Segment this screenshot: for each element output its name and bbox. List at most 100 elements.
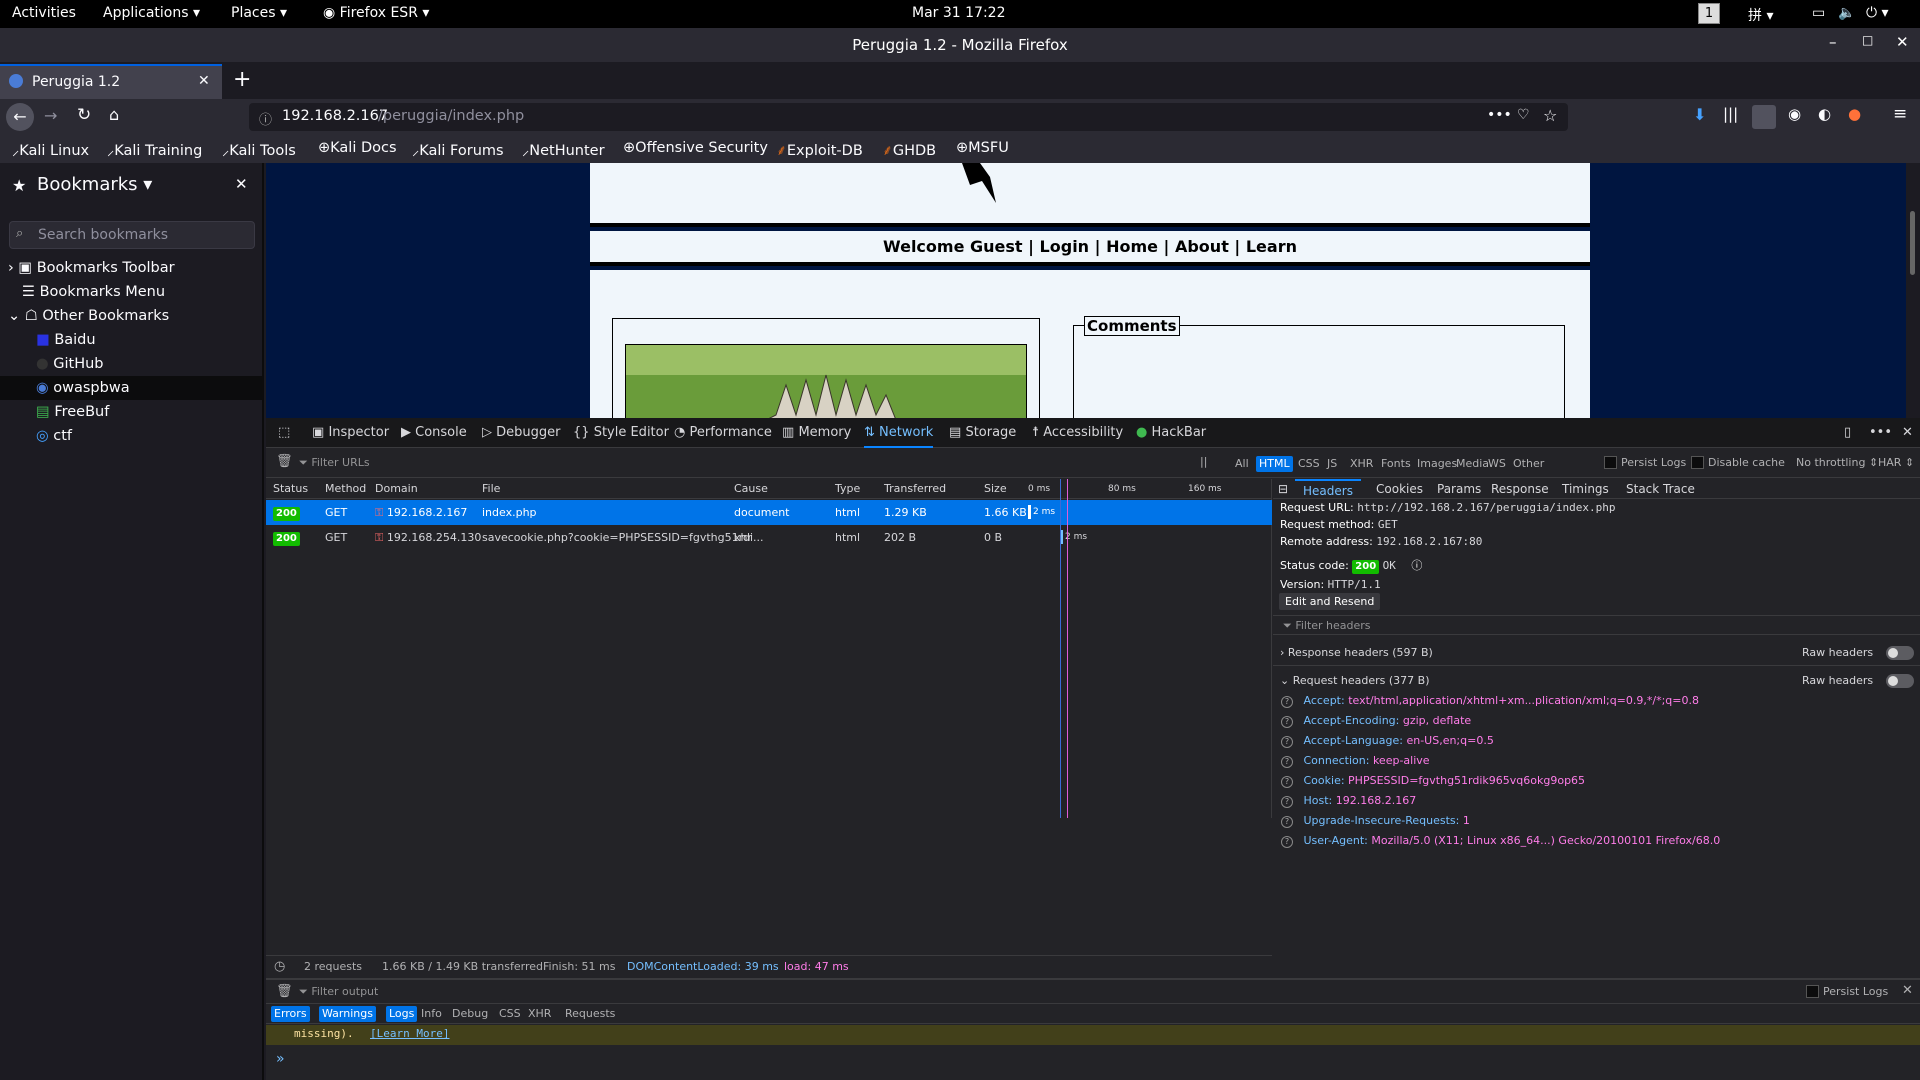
page-scrollbar-thumb[interactable] — [1910, 211, 1915, 275]
filter-html[interactable]: HTML — [1256, 456, 1293, 472]
help-icon[interactable]: ? — [1281, 796, 1293, 808]
bookmark-msfu[interactable]: ⊕MSFU — [956, 140, 1009, 156]
filter-headers-input[interactable]: ⏷ Filter headers — [1273, 615, 1920, 635]
help-icon[interactable]: ? — [1281, 836, 1293, 848]
filter-debug[interactable]: Debug — [449, 1006, 491, 1022]
disable-cache-checkbox[interactable]: Disable cache — [1691, 456, 1785, 469]
login-link[interactable]: Login — [1040, 237, 1090, 256]
page-actions-icon[interactable]: ••• — [1487, 107, 1512, 123]
tab-stack-trace[interactable]: Stack Trace — [1626, 479, 1695, 499]
sidebar-item-bookmarks-toolbar[interactable]: › ▣ Bookmarks Toolbar — [8, 260, 175, 276]
filter-ws[interactable]: WS — [1485, 456, 1509, 472]
input-method-icon[interactable]: 拼 ▾ — [1748, 5, 1773, 25]
table-row[interactable]: 200 GET ⚿ 192.168.2.167 index.php docume… — [266, 500, 1272, 525]
bookmark-nethunter[interactable]: ⸝NetHunter — [522, 140, 605, 160]
toggle-panel-icon[interactable]: ⊟ — [1278, 479, 1288, 499]
learn-more-link[interactable]: [Learn More] — [370, 1025, 449, 1043]
maximize-icon[interactable]: □ — [1862, 33, 1873, 47]
column-cause[interactable]: Cause — [734, 479, 768, 499]
edit-resend-button[interactable]: Edit and Resend — [1279, 593, 1381, 610]
filter-info[interactable]: Info — [418, 1006, 445, 1022]
close-tab-icon[interactable]: ✕ — [198, 73, 210, 89]
tab-console[interactable]: ▶ Console — [401, 418, 467, 448]
forward-button[interactable]: → — [44, 106, 57, 125]
element-picker-icon[interactable]: ⬚ — [278, 418, 290, 448]
close-sidebar-icon[interactable]: ✕ — [235, 175, 248, 193]
bookmark-kali-training[interactable]: ⸝Kali Training — [107, 140, 202, 160]
filter-warnings[interactable]: Warnings — [319, 1006, 376, 1022]
column-transferred[interactable]: Transferred — [884, 479, 946, 499]
url-bar[interactable]: ⓘ 192.168.2.167/peruggia/index.php ••• ♡… — [249, 103, 1568, 131]
clock[interactable]: Mar 31 17:22 — [912, 5, 1005, 21]
applications-menu[interactable]: Applications ▾ — [103, 5, 200, 21]
tab-performance[interactable]: ◔ Performance — [674, 418, 772, 448]
tab-peruggia[interactable]: Peruggia 1.2 ✕ — [0, 64, 222, 99]
firefox-esr-menu[interactable]: ◉ Firefox ESR ▾ — [323, 5, 429, 21]
sidebar-item-bookmarks-menu[interactable]: ☰ Bookmarks Menu — [22, 284, 165, 300]
column-type[interactable]: Type — [835, 479, 860, 499]
library-icon[interactable]: ||| — [1723, 105, 1738, 123]
bookmark-ghdb[interactable]: ⸙GHDB — [882, 140, 936, 160]
filter-js[interactable]: JS — [1324, 456, 1340, 472]
help-icon[interactable]: ? — [1281, 776, 1293, 788]
dock-icon[interactable]: ▯ — [1844, 418, 1851, 448]
tab-storage[interactable]: ▤ Storage — [949, 418, 1016, 448]
window-icon[interactable]: ▭ — [1812, 5, 1825, 21]
tab-timings[interactable]: Timings — [1562, 479, 1609, 499]
filter-urls-input[interactable]: ⏷ Filter URLs — [299, 456, 370, 470]
column-file[interactable]: File — [482, 479, 500, 499]
close-devtools-icon[interactable]: ✕ — [1902, 418, 1913, 448]
tab-response[interactable]: Response — [1491, 479, 1549, 499]
table-row[interactable]: 200 GET ⚿ 192.168.254.130 savecookie.php… — [266, 525, 1272, 550]
tab-cookies[interactable]: Cookies — [1376, 479, 1423, 499]
places-menu[interactable]: Places ▾ — [231, 5, 287, 21]
filter-errors[interactable]: Errors — [271, 1006, 310, 1022]
reload-button[interactable]: ↻ — [77, 105, 91, 125]
bookmark-star-icon[interactable]: ☆ — [1543, 106, 1557, 125]
sidebar-item-github[interactable]: ● GitHub — [36, 356, 104, 372]
back-button[interactable]: ← — [6, 103, 34, 131]
page-scrollbar[interactable] — [1906, 163, 1920, 418]
console-input-prompt[interactable]: » — [276, 1051, 285, 1067]
close-console-icon[interactable]: ✕ — [1902, 983, 1913, 998]
filter-fonts[interactable]: Fonts — [1378, 456, 1414, 472]
tab-headers[interactable]: Headers — [1295, 479, 1361, 501]
throttling-select[interactable]: No throttling ⇕ — [1796, 456, 1878, 469]
console-persist-logs-checkbox[interactable]: Persist Logs — [1806, 985, 1888, 998]
pause-icon[interactable]: || — [1200, 455, 1207, 468]
clear-icon[interactable]: 🗑 — [276, 454, 293, 469]
help-icon[interactable]: ? — [1281, 716, 1293, 728]
tab-memory[interactable]: ▥ Memory — [782, 418, 851, 448]
tab-network[interactable]: ⇅ Network — [864, 418, 934, 448]
sidebar-item-ctf[interactable]: ◎ ctf — [36, 428, 72, 444]
har-menu[interactable]: HAR ⇕ — [1878, 456, 1914, 469]
power-icon[interactable]: ⏻ ▾ — [1866, 5, 1889, 21]
tab-inspector[interactable]: ▣ Inspector — [312, 418, 389, 448]
help-icon[interactable]: ? — [1281, 696, 1293, 708]
bookmark-kali-linux[interactable]: ⸝Kali Linux — [12, 140, 89, 160]
home-button[interactable]: ⌂ — [109, 105, 119, 124]
sidebar-item-other-bookmarks[interactable]: ⌄ ☖ Other Bookmarks — [8, 308, 169, 324]
filter-css[interactable]: CSS — [1295, 456, 1323, 472]
filter-requests[interactable]: Requests — [562, 1006, 618, 1022]
sidebar-item-owaspbwa[interactable]: ◉ owaspbwa — [36, 380, 130, 396]
info-icon[interactable]: ⓘ — [259, 109, 272, 128]
downloads-icon[interactable]: ⬇ — [1693, 105, 1706, 124]
filter-output-input[interactable]: ⏷ Filter output — [299, 985, 378, 999]
sidebar-toggle-icon[interactable] — [1752, 105, 1776, 129]
tab-accessibility[interactable]: ☨ Accessibility — [1032, 418, 1123, 448]
account-icon[interactable]: ◉ — [1788, 105, 1801, 123]
filter-other[interactable]: Other — [1510, 456, 1547, 472]
minimize-icon[interactable]: – — [1829, 33, 1837, 51]
column-status[interactable]: Status — [273, 479, 308, 499]
activities-button[interactable]: Activities — [12, 5, 76, 21]
bookmark-exploit-db[interactable]: ⸙Exploit-DB — [776, 140, 863, 160]
menu-icon[interactable]: ≡ — [1893, 104, 1907, 124]
bookmark-offensive-security[interactable]: ⊕Offensive Security — [623, 140, 768, 156]
filter-xhr[interactable]: XHR — [1347, 456, 1376, 472]
bookmark-kali-docs[interactable]: ⊕Kali Docs — [318, 140, 397, 156]
pocket-icon[interactable]: ♡ — [1517, 107, 1530, 123]
workspace-indicator[interactable]: 1 — [1698, 3, 1720, 24]
response-headers-toggle[interactable]: › Response headers (597 B) — [1280, 646, 1433, 660]
sidebar-title[interactable]: Bookmarks ▾ — [37, 174, 152, 195]
